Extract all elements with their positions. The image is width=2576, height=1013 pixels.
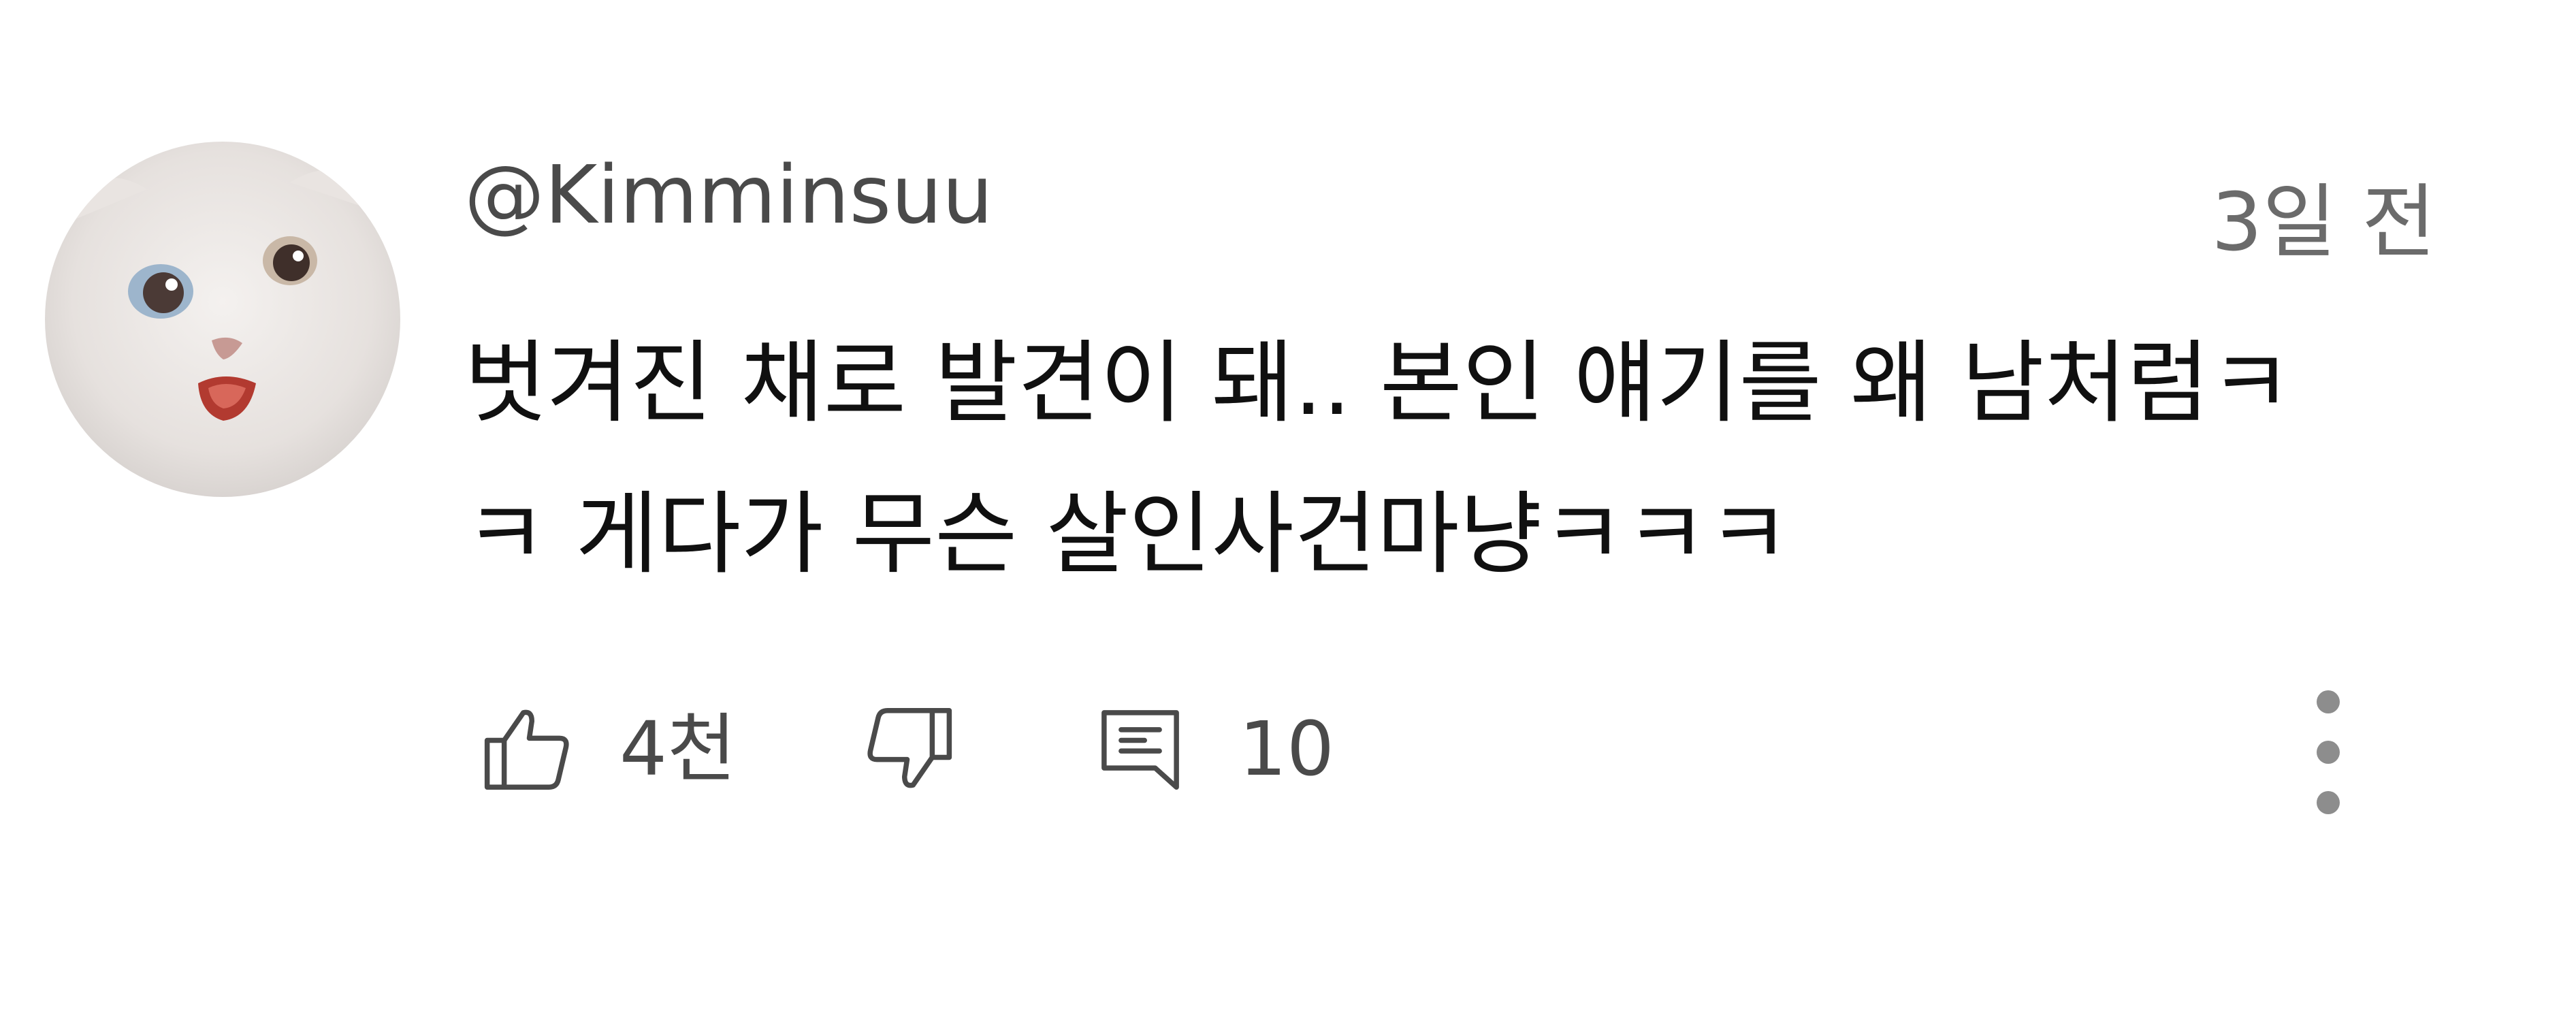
comment-icon	[1101, 710, 1179, 790]
kitten-avatar-icon	[45, 142, 400, 497]
reply-button[interactable]: 10	[1089, 688, 1334, 810]
more-vertical-icon	[2317, 791, 2340, 814]
comment-text: 벗겨진 채로 발견이 돼.. 본인 얘기를 왜 남처럼ㅋ ㅋ 게다가 무슨 살인…	[464, 308, 2425, 610]
comment-text-line: ㅋ 게다가 무슨 살인사건마냥ㅋㅋㅋ	[464, 482, 1790, 587]
more-options-button[interactable]	[2274, 681, 2383, 824]
thumbs-up-icon	[484, 709, 569, 790]
avatar[interactable]	[45, 142, 400, 497]
more-vertical-icon	[2317, 690, 2340, 713]
like-count: 4천	[619, 705, 737, 792]
more-vertical-icon	[2317, 741, 2340, 764]
reply-count: 10	[1239, 705, 1334, 792]
thumbs-down-icon	[867, 708, 952, 788]
timestamp: 3일 전	[2211, 175, 2436, 269]
like-button[interactable]: 4천	[477, 688, 736, 810]
comment-text-line: 벗겨진 채로 발견이 돼.. 본인 얘기를 왜 남처럼ㅋ	[464, 331, 2292, 436]
comment-item: @Kimminsuu 3일 전 벗겨진 채로 발견이 돼.. 본인 얘기를 왜 …	[0, 0, 2576, 1013]
dislike-button[interactable]	[858, 688, 960, 810]
username[interactable]: @Kimminsuu	[464, 140, 993, 249]
